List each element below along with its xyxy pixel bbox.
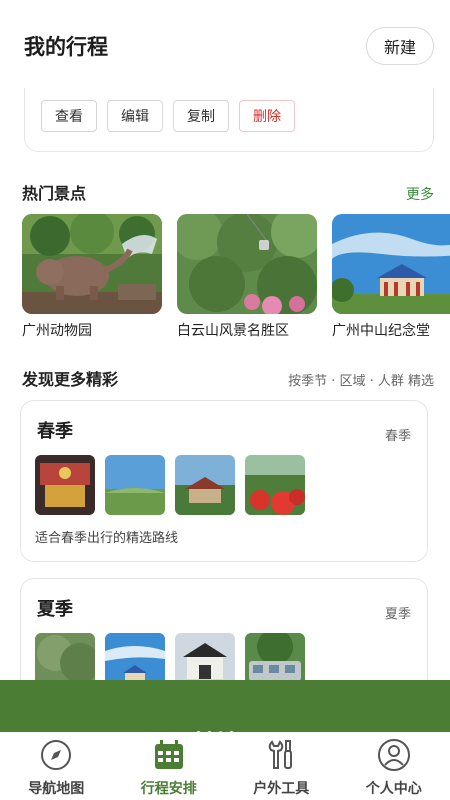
tab-map[interactable]: 导航地图 — [0, 732, 113, 800]
tab-tools[interactable]: 户外工具 — [225, 732, 338, 800]
discover-filters[interactable]: 按季节 · 区域 · 人群 精选 — [288, 370, 434, 389]
thumb-photo — [35, 455, 95, 515]
season-desc: 适合春季出行的精选路线 — [35, 531, 179, 546]
hot-spots-list: 广州动物园 白云山风景名胜区 广州中山纪念堂 — [22, 214, 450, 344]
green-banner — [0, 680, 450, 732]
hot-spots-title: 热门景点 — [22, 184, 87, 203]
page-title: 我的行程 — [24, 35, 108, 59]
tools-icon — [268, 740, 293, 769]
app-header: 我的行程 新建 — [0, 0, 450, 92]
season-title: 春季 — [37, 421, 73, 442]
user-icon — [377, 739, 410, 771]
edit-button[interactable]: 编辑 — [107, 100, 163, 132]
bottom-tab-bar: 导航地图 行程安排 户外工具 个人中心 — [0, 732, 450, 800]
thumb-photo — [105, 455, 165, 515]
copy-button[interactable]: 复制 — [173, 100, 229, 132]
view-button[interactable]: 查看 — [41, 100, 97, 132]
trip-card: 查看 编辑 复制 删除 — [24, 88, 434, 152]
tab-label: 行程安排 — [140, 781, 197, 797]
season-card-spring[interactable]: 春季 春季 适合春季出行的精选路线 — [20, 400, 428, 562]
more-link[interactable]: 更多 — [406, 184, 434, 204]
thumb-photo — [245, 455, 305, 515]
season-thumbs — [35, 455, 305, 515]
spot-card-zoo[interactable]: 广州动物园 — [22, 214, 162, 340]
tab-label: 户外工具 — [253, 781, 310, 797]
season-title: 夏季 — [37, 599, 73, 620]
compass-icon — [41, 740, 72, 770]
spot-card-baiyun[interactable]: 白云山风景名胜区 — [177, 214, 317, 340]
new-trip-button[interactable]: 新建 — [366, 27, 434, 65]
sunyatsen-photo — [332, 214, 450, 314]
season-tag: 夏季 — [384, 607, 411, 622]
spot-name: 白云山风景名胜区 — [177, 323, 289, 339]
tab-profile[interactable]: 个人中心 — [338, 732, 450, 800]
spot-name: 广州动物园 — [22, 323, 92, 339]
tab-itinerary[interactable]: 行程安排 — [113, 732, 226, 800]
tab-label: 个人中心 — [365, 781, 422, 797]
season-tag: 春季 — [384, 429, 411, 444]
zoo-photo — [22, 214, 162, 314]
delete-button[interactable]: 删除 — [239, 100, 295, 132]
hot-spots-header: 热门景点 更多 — [22, 180, 434, 204]
baiyun-photo — [177, 214, 317, 314]
tab-label: 导航地图 — [28, 781, 85, 797]
spot-card-sunyatsen[interactable]: 广州中山纪念堂 — [332, 214, 450, 340]
spot-name: 广州中山纪念堂 — [332, 323, 430, 339]
thumb-photo — [175, 455, 235, 515]
discover-title: 发现更多精彩 — [22, 370, 119, 389]
discover-header: 发现更多精彩 按季节 · 区域 · 人群 精选 — [22, 366, 434, 390]
calendar-icon — [154, 740, 183, 769]
